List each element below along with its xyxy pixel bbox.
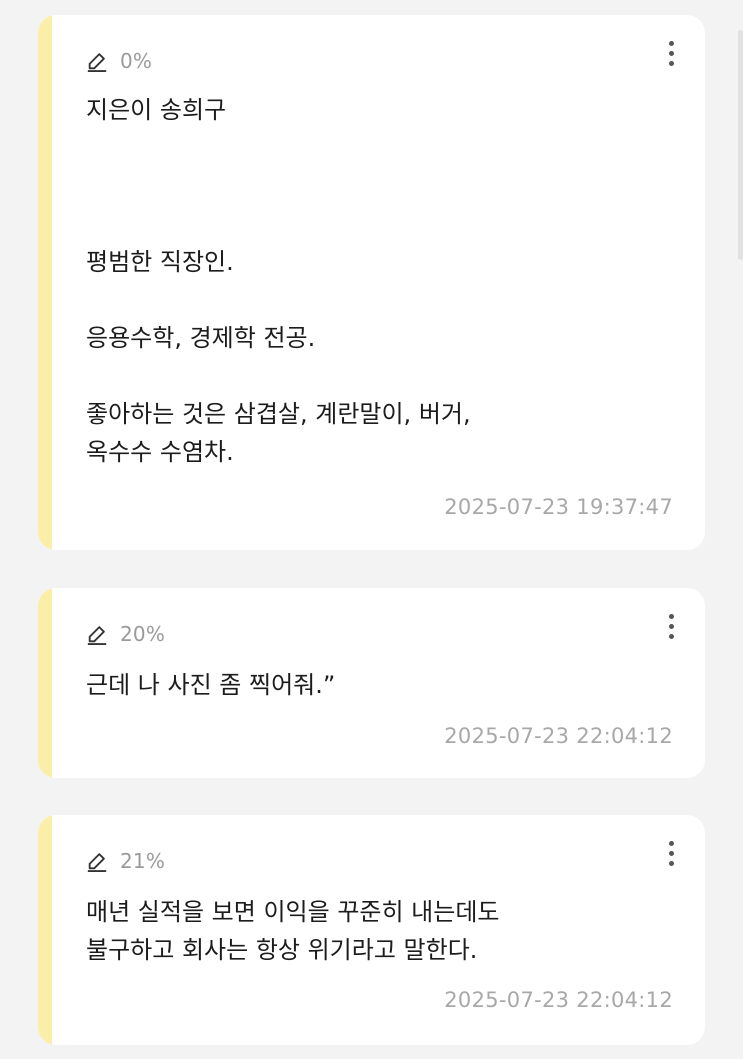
- text-line: 근데 나 사진 좀 찍어줘.”: [86, 671, 336, 699]
- more-options-button[interactable]: [659, 835, 683, 871]
- more-vertical-icon: [668, 613, 674, 619]
- text-line: 응용수학, 경제학 전공.: [86, 324, 316, 352]
- card-meta: 0%: [86, 49, 152, 73]
- highlight-color-stripe: [38, 15, 52, 550]
- pencil-icon: [87, 53, 107, 72]
- highlight-color-stripe: [38, 815, 52, 1045]
- text-line: [86, 281, 665, 319]
- timestamp: 2025-07-23 22:04:12: [444, 724, 673, 748]
- more-vertical-icon: [668, 840, 674, 846]
- text-line: [86, 357, 665, 395]
- highlight-color-stripe: [38, 588, 52, 778]
- highlight-text: 근데 나 사진 좀 찍어줘.”: [86, 666, 665, 704]
- progress-percent: 21%: [120, 849, 166, 873]
- text-line: 매년 실적을 보면 이익을 꾸준히 내는데도: [86, 898, 500, 926]
- highlight-text: 지은이 송희구 평범한 직장인. 응용수학, 경제학 전공. 좋아하는 것은 삼…: [86, 91, 665, 471]
- more-vertical-icon: [668, 40, 674, 46]
- timestamp: 2025-07-23 22:04:12: [444, 988, 673, 1012]
- more-options-button[interactable]: [659, 35, 683, 71]
- highlight-card[interactable]: 20% 근데 나 사진 좀 찍어줘.” 2025-07-23 22:04:12: [38, 588, 705, 778]
- progress-percent: 20%: [120, 622, 166, 646]
- card-meta: 21%: [86, 849, 165, 873]
- progress-percent: 0%: [120, 49, 153, 73]
- card-meta: 20%: [86, 622, 165, 646]
- text-line: [86, 129, 665, 167]
- highlight-card[interactable]: 0% 지은이 송희구 평범한 직장인. 응용수학, 경제학 전공. 좋아하는 것…: [38, 15, 705, 550]
- highlight-card[interactable]: 21% 매년 실적을 보면 이익을 꾸준히 내는데도 불구하고 회사는 항상 위…: [38, 815, 705, 1045]
- scrollbar[interactable]: [738, 30, 743, 260]
- text-line: 지은이 송희구: [86, 96, 227, 124]
- text-line: 옥수수 수염차.: [86, 438, 234, 466]
- pencil-icon: [87, 853, 107, 872]
- text-line: 좋아하는 것은 삼겹살, 계란말이, 버거,: [86, 400, 471, 428]
- more-options-button[interactable]: [659, 608, 683, 644]
- highlight-text: 매년 실적을 보면 이익을 꾸준히 내는데도 불구하고 회사는 항상 위기라고 …: [86, 893, 665, 969]
- timestamp: 2025-07-23 19:37:47: [444, 495, 673, 519]
- pencil-icon: [87, 626, 107, 645]
- text-line: 불구하고 회사는 항상 위기라고 말한다.: [86, 936, 478, 964]
- text-line: 평범한 직장인.: [86, 248, 234, 276]
- text-line: [86, 167, 665, 205]
- text-line: [86, 205, 665, 243]
